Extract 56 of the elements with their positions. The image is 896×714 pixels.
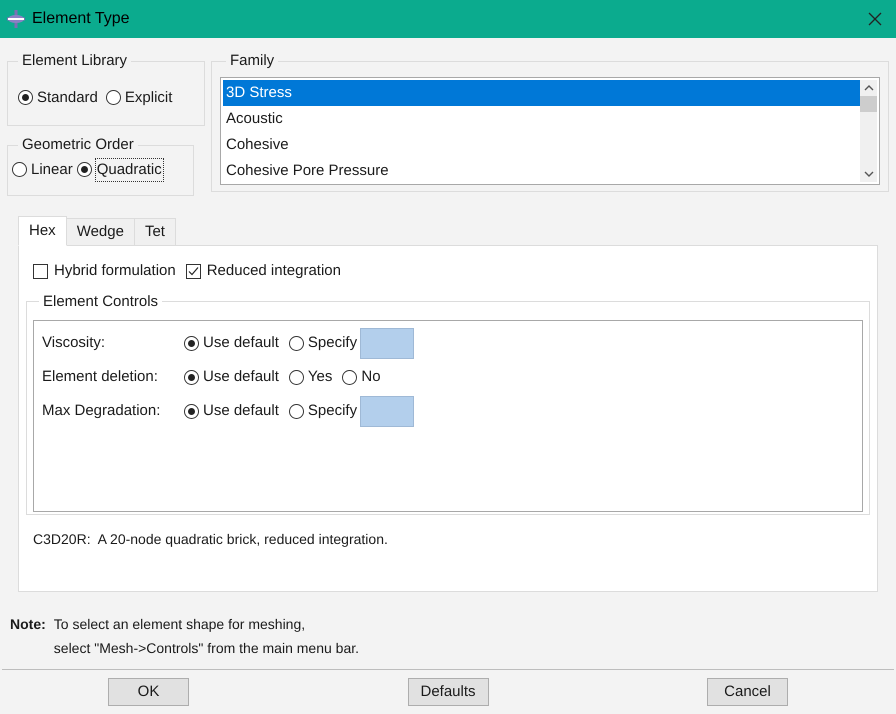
list-item[interactable]: Acoustic: [223, 106, 860, 132]
radio-button[interactable]: [288, 336, 304, 350]
checkbox-label[interactable]: Reduced integration: [206, 260, 341, 282]
element-description: C3D20R: A 20-node quadratic brick, reduced integration.: [32, 530, 389, 549]
note-text: select "Mesh->Controls" from the main menu bar.: [54, 639, 360, 658]
family-list[interactable]: 3D Stress Acoustic Cohesive Cohesive Pore Pressure: [220, 76, 880, 184]
group-label: Element Library: [21, 51, 128, 71]
radio-label[interactable]: No: [361, 366, 381, 388]
checkbox[interactable]: [33, 264, 48, 279]
list-item[interactable]: Cohesive: [223, 132, 860, 158]
radio-label[interactable]: Specify: [308, 332, 358, 354]
radio-label[interactable]: Standard: [37, 86, 98, 109]
radio-label[interactable]: Explicit: [124, 86, 172, 109]
control-label: Viscosity:: [42, 332, 106, 353]
dialog-button[interactable]: Cancel: [707, 678, 788, 706]
group-label: Family: [229, 51, 276, 71]
radio-button[interactable]: [106, 90, 121, 106]
close-icon[interactable]: [868, 12, 882, 26]
control-label: Element deletion:: [42, 366, 159, 387]
tab[interactable]: Tet: [134, 218, 176, 246]
radio-label[interactable]: Yes: [308, 366, 332, 388]
radio-button[interactable]: [288, 370, 304, 384]
scroll-thumb[interactable]: [860, 96, 877, 112]
radio-label[interactable]: Specify: [308, 400, 358, 422]
radio-button[interactable]: [76, 162, 92, 178]
radio-button[interactable]: [184, 336, 199, 350]
list-item[interactable]: 3D Stress: [223, 80, 860, 106]
checkbox[interactable]: [186, 264, 201, 279]
radio-button[interactable]: [184, 370, 199, 384]
scroll-up-icon[interactable]: [864, 84, 874, 92]
scroll-down-icon[interactable]: [864, 170, 874, 178]
dialog-button[interactable]: OK: [108, 678, 189, 706]
radio-button[interactable]: [12, 162, 27, 178]
group-label: Element Controls: [42, 292, 160, 312]
list-item[interactable]: Cohesive Pore Pressure: [223, 158, 860, 184]
value-field[interactable]: [360, 396, 414, 426]
note-text: To select an element shape for meshing,: [54, 615, 306, 634]
scrollbar[interactable]: [860, 80, 877, 182]
radio-button[interactable]: [342, 370, 358, 384]
window-title: Element Type: [32, 9, 130, 29]
app-icon: [6, 9, 26, 29]
radio-label[interactable]: Linear: [31, 158, 73, 181]
checkbox-label[interactable]: Hybrid formulation: [54, 260, 176, 282]
control-label: Max Degradation:: [42, 400, 162, 421]
radio-button[interactable]: [288, 404, 304, 418]
radio-label[interactable]: Quadratic: [96, 158, 163, 181]
radio-label[interactable]: Use default: [203, 332, 279, 354]
radio-button[interactable]: [18, 90, 33, 106]
radio-button[interactable]: [184, 404, 199, 418]
value-field[interactable]: [360, 328, 414, 358]
group-label: Geometric Order: [21, 135, 135, 155]
radio-label[interactable]: Use default: [203, 400, 279, 422]
dialog-button[interactable]: Defaults: [408, 678, 488, 706]
note-label: Note:: [10, 615, 46, 634]
tab[interactable]: Hex: [18, 216, 67, 246]
radio-label[interactable]: Use default: [203, 366, 279, 388]
